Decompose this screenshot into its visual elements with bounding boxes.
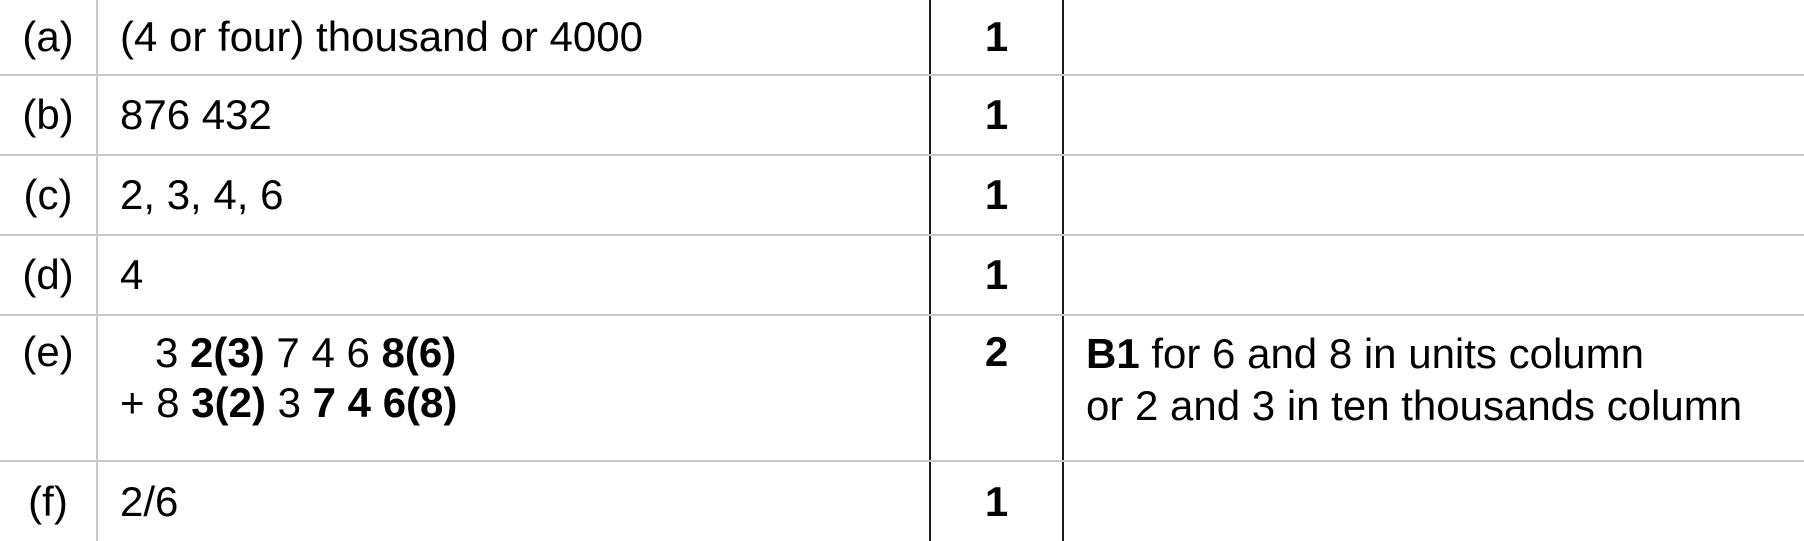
sum-text: + 8 xyxy=(120,379,192,426)
sum-bold-text: 2(3) xyxy=(190,329,265,376)
sum-bold-text: 7 4 6(8) xyxy=(312,379,458,426)
part-label: (e) xyxy=(0,314,98,462)
sum-line-1: 3 2(3) 7 4 6 8(6) xyxy=(120,328,929,378)
guidance-line-1: B1 for 6 and 8 in units column xyxy=(1086,328,1804,380)
mark-cell: 1 xyxy=(930,234,1064,316)
sum-bold-text: 3(2) xyxy=(191,379,266,426)
part-label: (d) xyxy=(0,234,98,316)
sum-text: 7 4 6 xyxy=(264,329,382,376)
guidance-mark-code: B1 xyxy=(1086,330,1140,377)
answer-cell: (4 or four) thousand or 4000 xyxy=(97,0,931,76)
sum-bold-text: 8(6) xyxy=(381,329,457,376)
guidance-line-2: or 2 and 3 in ten thousands column xyxy=(1086,382,1743,429)
sum-line-2: + 8 3(2) 3 7 4 6(8) xyxy=(120,378,929,428)
answer-cell: 4 xyxy=(97,234,931,316)
guidance-cell xyxy=(1063,234,1804,316)
guidance-cell: B1 for 6 and 8 in units column or 2 and … xyxy=(1063,314,1804,462)
answer-cell: 3 2(3) 7 4 6 8(6) + 8 3(2) 3 7 4 6(8) xyxy=(97,314,931,462)
part-label: (c) xyxy=(0,154,98,236)
answer-cell: 876 432 xyxy=(97,74,931,156)
part-label: (a) xyxy=(0,0,98,76)
mark-cell: 1 xyxy=(930,0,1064,76)
guidance-text: for 6 and 8 in units column xyxy=(1139,330,1644,377)
table-row: (f) 2/6 1 xyxy=(0,460,1804,541)
mark-cell: 1 xyxy=(930,154,1064,236)
sum-text: 3 xyxy=(120,329,191,376)
table-row: (b) 876 432 1 xyxy=(0,74,1804,156)
table-row: (e) 3 2(3) 7 4 6 8(6) + 8 3(2) 3 7 4 6(8… xyxy=(0,314,1804,462)
table-row: (c) 2, 3, 4, 6 1 xyxy=(0,154,1804,236)
sum-text: 3 xyxy=(265,379,313,426)
answer-cell: 2, 3, 4, 6 xyxy=(97,154,931,236)
part-label: (f) xyxy=(0,460,98,541)
table-row: (d) 4 1 xyxy=(0,234,1804,316)
guidance-cell xyxy=(1063,0,1804,76)
mark-cell: 1 xyxy=(930,460,1064,541)
part-label: (b) xyxy=(0,74,98,156)
table-row: (a) (4 or four) thousand or 4000 1 xyxy=(0,0,1804,76)
mark-cell: 1 xyxy=(930,74,1064,156)
mark-scheme-table: (a) (4 or four) thousand or 4000 1 (b) 8… xyxy=(0,0,1804,541)
guidance-cell xyxy=(1063,74,1804,156)
guidance-cell xyxy=(1063,460,1804,541)
mark-cell: 2 xyxy=(930,314,1064,462)
answer-cell: 2/6 xyxy=(97,460,931,541)
guidance-cell xyxy=(1063,154,1804,236)
